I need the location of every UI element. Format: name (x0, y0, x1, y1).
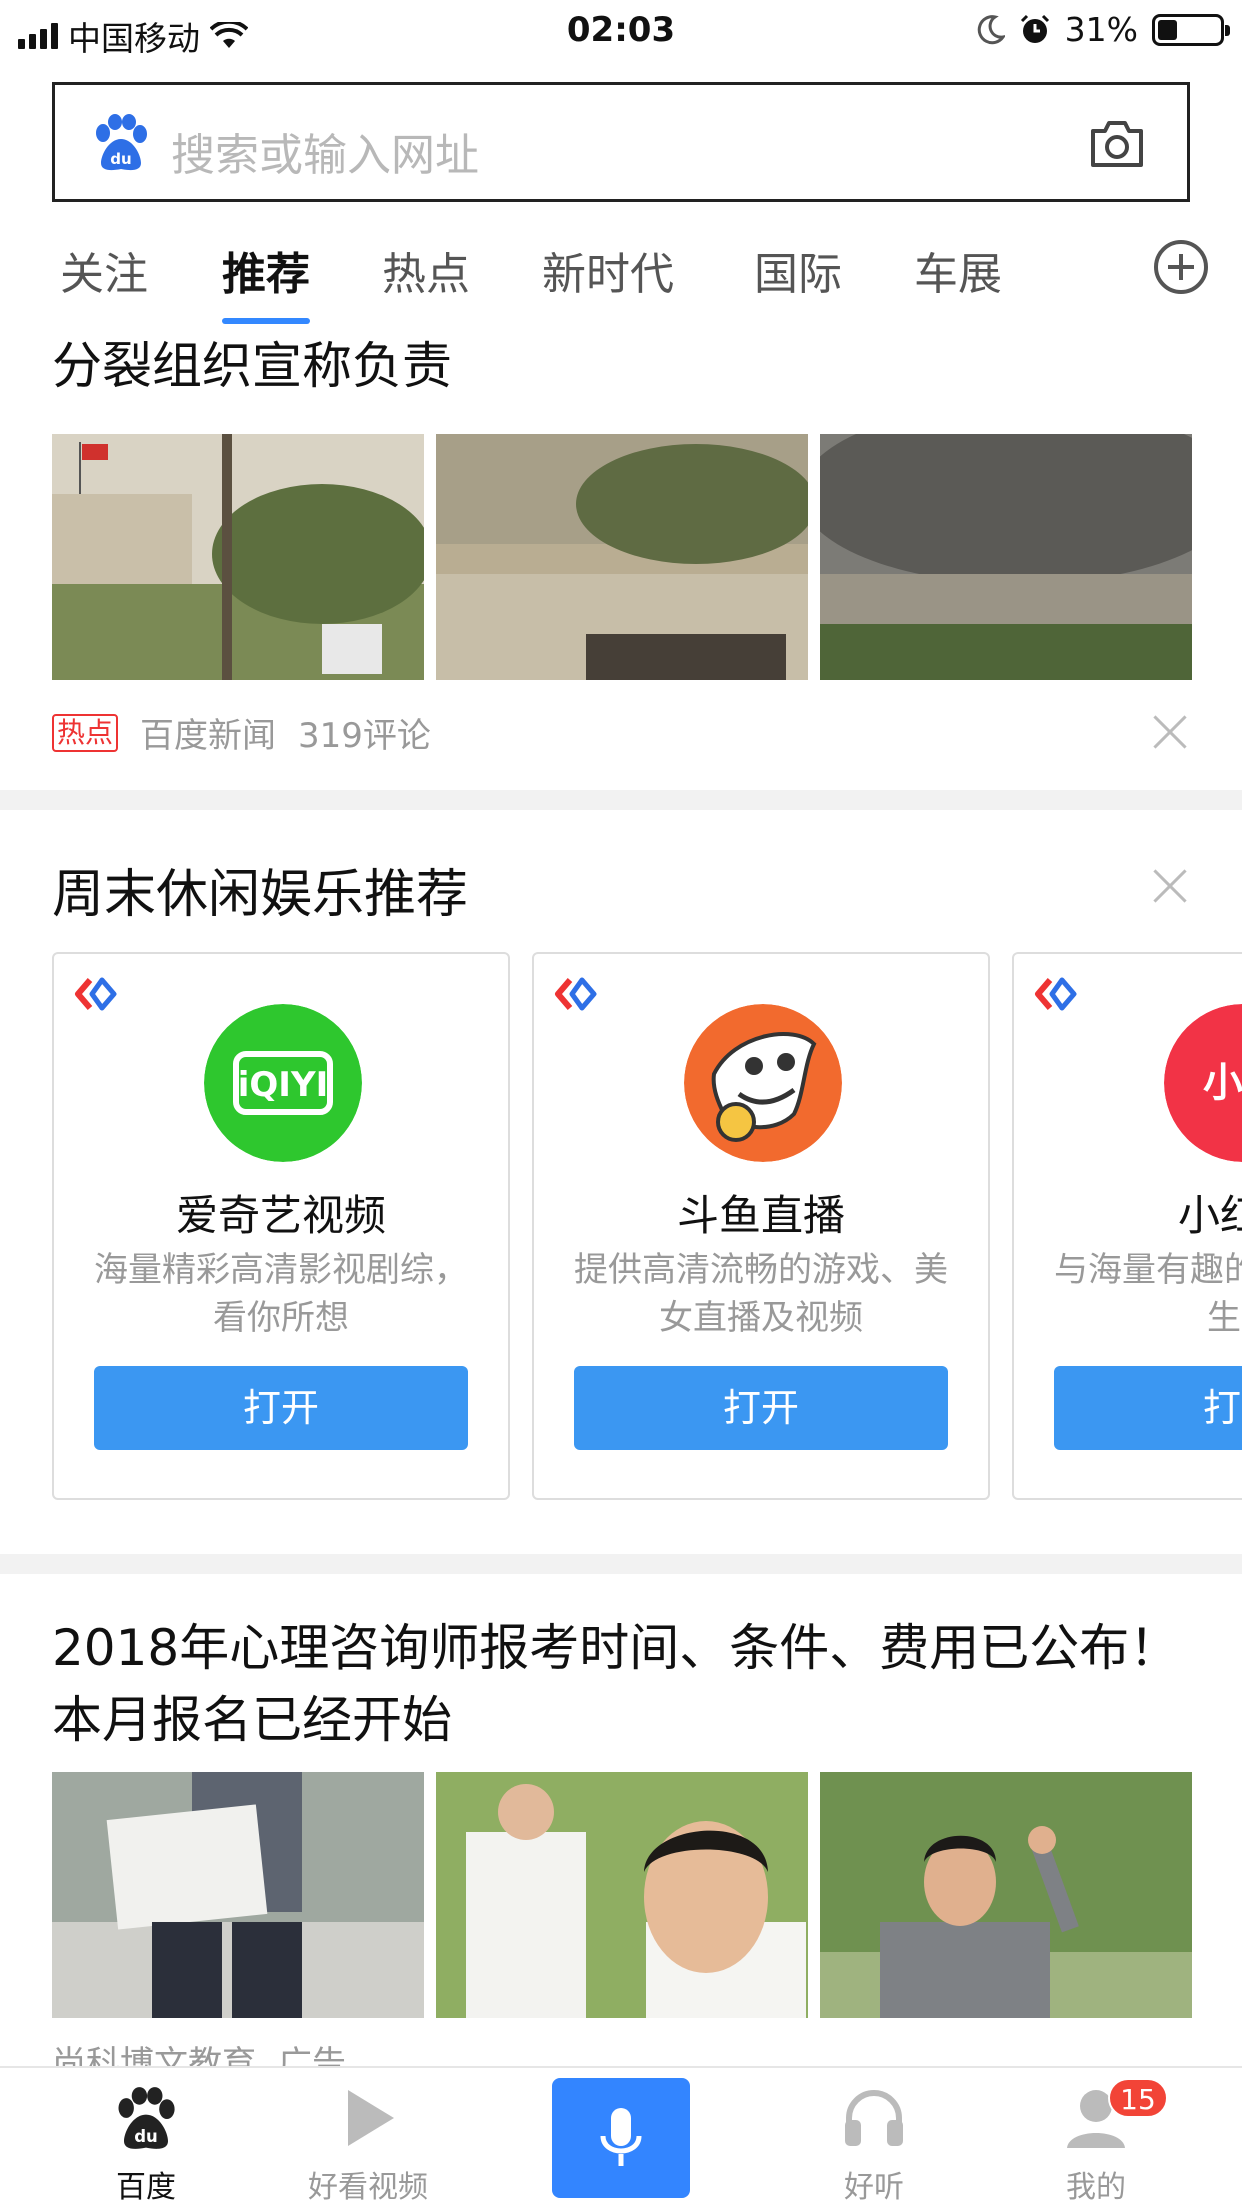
nav-label: 我的 (1066, 2170, 1126, 2205)
nav-haokan-video[interactable]: 好看视频 (268, 2068, 468, 2208)
alarm-icon (1020, 14, 1049, 43)
headphones-icon (845, 2090, 903, 2146)
article-image[interactable] (820, 434, 1192, 680)
article-image[interactable] (52, 1772, 424, 2018)
close-icon[interactable] (1152, 714, 1188, 750)
douyu-app-icon[interactable] (684, 1004, 842, 1162)
tab-recommend[interactable]: 推荐 (222, 238, 310, 324)
nav-label: 百度 (116, 2170, 176, 2205)
tab-hot[interactable]: 热点 (382, 238, 470, 302)
article-image[interactable] (436, 1772, 808, 2018)
article-image[interactable] (820, 1772, 1192, 2018)
camera-icon[interactable] (1087, 117, 1147, 169)
channel-tabs: 关注 推荐 热点 新时代 国际 车展 (0, 222, 1242, 324)
app-name: 爱奇艺视频 (175, 1191, 386, 1240)
svg-text:du: du (110, 150, 131, 168)
tab-auto-show[interactable]: 车展 (914, 238, 1002, 302)
tab-follow[interactable]: 关注 (60, 238, 148, 302)
tab-new-era[interactable]: 新时代 (542, 238, 674, 302)
article-meta: 热点 百度新闻 319评论 (52, 708, 431, 757)
open-app-button[interactable]: 打开 (1054, 1366, 1242, 1450)
app-card[interactable]: 斗鱼直播 提供高清流畅的游戏、美女直播及视频 打开 (532, 952, 990, 1500)
iqiyi-app-icon[interactable]: iQIYI (204, 1004, 362, 1162)
nav-label: 好看视频 (308, 2170, 428, 2205)
hot-tag: 热点 (52, 713, 119, 752)
news-feed: 中国驻巴基斯坦领馆遭袭击后巴基斯坦 分裂组织宣称负责 (0, 322, 1242, 2066)
article-image-row (52, 1772, 1192, 2018)
svg-text:小红: 小红 (1203, 1060, 1242, 1106)
article-source: 尚科博文教育 (52, 2044, 256, 2066)
article-image[interactable] (52, 434, 424, 680)
search-placeholder[interactable]: 搜索或输入网址 (171, 119, 479, 183)
search-box[interactable]: du 搜索或输入网址 (52, 82, 1190, 202)
microphone-icon (600, 2108, 642, 2166)
app-name: 小红书 (1177, 1191, 1242, 1240)
baidu-paw-icon: du (118, 2087, 175, 2149)
voice-search-button[interactable] (552, 2078, 690, 2198)
open-app-button[interactable]: 打开 (94, 1366, 468, 1450)
article-meta: 尚科博文教育 广告 (52, 2036, 346, 2066)
article-image[interactable] (436, 434, 808, 680)
baidu-paw-icon: du (96, 114, 147, 171)
section-divider (0, 790, 1242, 810)
nav-haoting[interactable]: 好听 (774, 2068, 974, 2208)
section-divider (0, 1554, 1242, 1574)
article-title[interactable]: 2018年心理咨询师报考时间、条件、费用已公布！本月报名已经开始 (52, 1612, 1182, 1756)
app-card-carousel[interactable]: iQIYI 爱奇艺视频 海量精彩高清影视剧综，看你所想 打开 斗鱼直播 提供高清… (52, 952, 1242, 1512)
play-icon (348, 2090, 394, 2146)
ad-tag: 广告 (278, 2044, 346, 2066)
notification-badge: 15 (1108, 2078, 1168, 2118)
svg-text:du: du (134, 2127, 158, 2146)
comment-count[interactable]: 319评论 (298, 708, 431, 757)
bottom-nav: du 百度 好看视频 好听 15 我的 (0, 2066, 1242, 2208)
app-card[interactable]: iQIYI 爱奇艺视频 海量精彩高清影视剧综，看你所想 打开 (52, 952, 510, 1500)
xiaohongshu-app-icon[interactable]: 小红 (1164, 1004, 1242, 1162)
nav-label: 好听 (844, 2170, 904, 2205)
article-image-row (52, 434, 1192, 680)
recommend-section-title: 周末休闲娱乐推荐 (52, 865, 469, 925)
nav-baidu[interactable]: du 百度 (46, 2068, 246, 2208)
status-bar: 中国移动 02:03 31% (0, 0, 1242, 62)
app-description: 提供高清流畅的游戏、美女直播及视频 (574, 1250, 948, 1338)
article-source: 百度新闻 (140, 716, 277, 756)
battery-fill (1158, 19, 1177, 40)
app-description: 与海量有趣的人一同发现生活 (1054, 1250, 1242, 1338)
app-store-badge-icon (1035, 977, 1077, 1011)
nav-mine[interactable]: 15 我的 (996, 2068, 1196, 2208)
article-title-line2[interactable]: 分裂组织宣称负责 (52, 330, 1192, 402)
status-right: 31% (977, 10, 1230, 49)
app-store-badge-icon (555, 977, 597, 1011)
close-icon[interactable] (1152, 868, 1188, 904)
app-store-badge-icon (75, 977, 117, 1011)
svg-text:iQIYI: iQIYI (238, 1065, 328, 1105)
app-card[interactable]: 小红 小红书 与海量有趣的人一同发现生活 打开 (1012, 952, 1242, 1500)
open-app-button[interactable]: 打开 (574, 1366, 948, 1450)
battery-icon (1152, 13, 1230, 46)
app-description: 海量精彩高清影视剧综，看你所想 (94, 1250, 468, 1338)
battery-percent: 31% (1064, 10, 1138, 49)
tab-international[interactable]: 国际 (754, 238, 842, 302)
add-channel-icon[interactable] (1154, 240, 1208, 294)
app-name: 斗鱼直播 (676, 1191, 845, 1240)
moon-icon (977, 14, 1005, 44)
